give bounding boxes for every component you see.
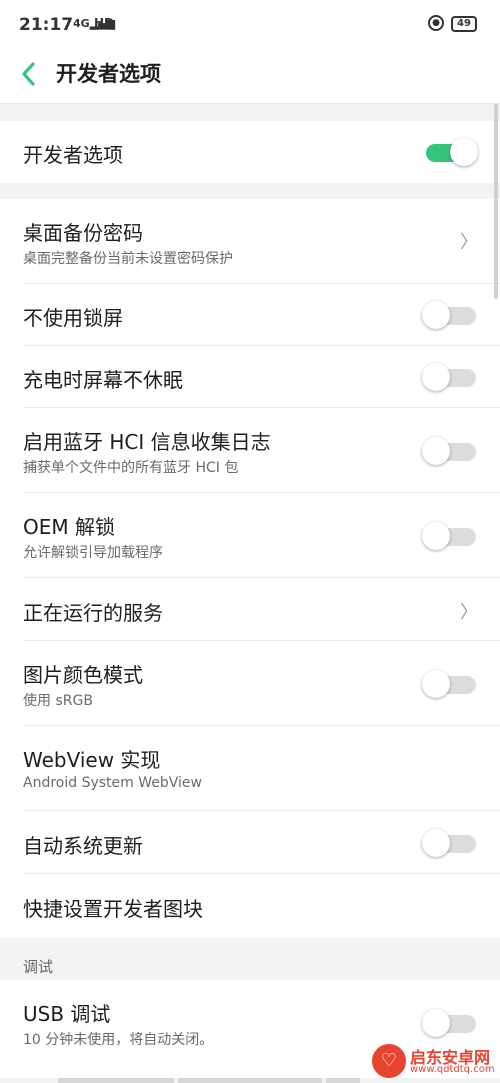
status-bar: 21:17 4G▂▄▆ HD ● 49 <box>0 0 500 50</box>
setting-stay-awake[interactable]: 充电时屏幕不休眠 <box>0 346 500 408</box>
watermark-logo-icon: ♡ <box>372 1044 406 1078</box>
setting-auto-system-update[interactable]: 自动系统更新 <box>0 811 500 874</box>
status-time: 21:17 <box>19 15 74 35</box>
setting-title: 不使用锁屏 <box>23 306 123 330</box>
setting-toggle[interactable] <box>422 437 478 465</box>
page-title: 开发者选项 <box>56 62 161 86</box>
setting-title: 桌面备份密码 <box>23 221 143 245</box>
master-toggle-card: 开发者选项 <box>0 121 500 183</box>
setting-disable-lockscreen[interactable]: 不使用锁屏 <box>0 284 500 346</box>
setting-subtitle: 10 分钟未使用，将自动关闭。 <box>23 1032 214 1048</box>
battery-icon: 49 <box>451 16 477 32</box>
setting-subtitle: 桌面完整备份当前未设置密码保护 <box>23 251 233 267</box>
scrollbar[interactable] <box>494 104 498 299</box>
rotation-lock-icon: ● <box>428 15 444 31</box>
setting-subtitle: Android System WebView <box>23 775 202 791</box>
chevron-left-icon[interactable] <box>18 56 40 92</box>
bottom-button-stub <box>178 1078 322 1083</box>
setting-toggle[interactable] <box>422 301 478 329</box>
setting-webview-implementation[interactable]: WebView 实现 Android System WebView <box>0 726 500 811</box>
toggle-knob <box>450 138 478 166</box>
setting-toggle[interactable] <box>422 829 478 857</box>
setting-title: USB 调试 <box>23 1002 111 1026</box>
setting-title: WebView 实现 <box>23 748 161 772</box>
setting-picture-color-mode[interactable]: 图片颜色模式 使用 sRGB <box>0 641 500 726</box>
setting-subtitle: 捕获单个文件中的所有蓝牙 HCI 包 <box>23 460 239 476</box>
toggle-knob <box>422 301 450 329</box>
section-header-debug: 调试 <box>23 958 54 976</box>
setting-toggle[interactable] <box>422 670 478 698</box>
setting-title: 启用蓝牙 HCI 信息收集日志 <box>23 430 271 454</box>
setting-desktop-backup-password[interactable]: 桌面备份密码 桌面完整备份当前未设置密码保护 〉 <box>0 199 500 284</box>
chevron-right-icon: 〉 <box>460 602 478 623</box>
app-header: 开发者选项 <box>0 50 500 104</box>
setting-toggle[interactable] <box>422 1009 478 1037</box>
setting-subtitle: 使用 sRGB <box>23 693 93 709</box>
setting-bluetooth-hci-log[interactable]: 启用蓝牙 HCI 信息收集日志 捕获单个文件中的所有蓝牙 HCI 包 <box>0 408 500 493</box>
hd-icon: HD <box>94 16 115 30</box>
setting-title: 正在运行的服务 <box>23 601 163 625</box>
setting-title: 自动系统更新 <box>23 834 143 858</box>
watermark: ♡ 启东安卓网 www.qdtdtq.com <box>372 1040 500 1083</box>
setting-title: 图片颜色模式 <box>23 663 143 687</box>
setting-running-services[interactable]: 正在运行的服务 〉 <box>0 578 500 641</box>
master-toggle-label: 开发者选项 <box>23 143 123 167</box>
setting-quick-settings-tiles[interactable]: 快捷设置开发者图块 <box>0 874 500 938</box>
toggle-knob <box>422 522 450 550</box>
watermark-url: www.qdtdtq.com <box>410 1064 495 1075</box>
setting-oem-unlock[interactable]: OEM 解锁 允许解锁引导加载程序 <box>0 493 500 578</box>
setting-title: OEM 解锁 <box>23 515 115 539</box>
setting-toggle[interactable] <box>422 363 478 391</box>
setting-title: 充电时屏幕不休眠 <box>23 368 183 392</box>
bottom-button-stub <box>58 1078 174 1083</box>
master-toggle[interactable] <box>422 138 478 166</box>
settings-list-card: 桌面备份密码 桌面完整备份当前未设置密码保护 〉 不使用锁屏 充电时屏幕不休眠 … <box>0 199 500 938</box>
toggle-knob <box>422 829 450 857</box>
setting-toggle[interactable] <box>422 522 478 550</box>
toggle-knob <box>422 1009 450 1037</box>
toggle-knob <box>422 437 450 465</box>
setting-subtitle: 允许解锁引导加载程序 <box>23 545 163 561</box>
bottom-button-stub <box>326 1078 360 1083</box>
chevron-right-icon: 〉 <box>460 232 478 253</box>
toggle-knob <box>422 363 450 391</box>
toggle-knob <box>422 670 450 698</box>
setting-title: 快捷设置开发者图块 <box>23 897 203 921</box>
